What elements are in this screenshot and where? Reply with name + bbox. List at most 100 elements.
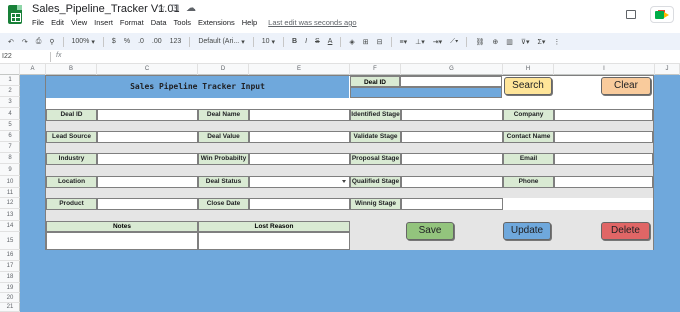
row-header[interactable]: 13 [0,209,20,221]
contact-name-input[interactable] [554,131,653,143]
redo-icon[interactable]: ↷ [22,38,28,46]
row-header[interactable]: 9 [0,164,20,176]
currency-format-button[interactable]: $ [112,38,116,45]
column-header-i[interactable]: I [554,64,655,75]
qualified-stage-input[interactable] [401,176,503,188]
column-header-c[interactable]: C [97,64,198,75]
menu-data[interactable]: Data [151,18,167,27]
row-header[interactable]: 5 [0,120,20,131]
sheets-logo-icon[interactable] [8,5,22,24]
menu-help[interactable]: Help [242,18,257,27]
row-header[interactable]: 4 [0,108,20,120]
name-box[interactable]: I22 [2,53,12,60]
column-header-a[interactable]: A [20,64,46,75]
functions-icon[interactable]: Σ▾ [538,38,546,46]
font-select[interactable]: Default (Ari... [198,38,239,45]
text-color-button[interactable]: A [328,38,333,45]
product-input[interactable] [97,198,198,210]
row-header[interactable]: 17 [0,261,20,272]
column-header-d[interactable]: D [198,64,249,75]
meet-icon[interactable] [650,6,674,23]
row-header[interactable]: 20 [0,293,20,303]
row-header[interactable]: 10 [0,176,20,188]
close-date-input[interactable] [249,198,350,210]
fill-color-icon[interactable]: ◈ [349,38,354,46]
percent-format-button[interactable]: % [124,38,130,45]
location-input[interactable] [97,176,198,188]
merge-cells-icon[interactable]: ⊟ [377,38,383,46]
winning-stage-input[interactable] [401,198,503,210]
font-caret-icon[interactable]: ▾ [241,38,245,46]
clear-button[interactable]: Clear [601,77,651,95]
more-formats-button[interactable]: 123 [170,38,182,45]
menu-file[interactable]: File [32,18,44,27]
borders-icon[interactable]: ⊞ [363,38,369,46]
column-header-g[interactable]: G [401,64,503,75]
print-icon[interactable]: ⎙ [36,38,42,46]
row-header[interactable]: 18 [0,272,20,283]
search-deal-id-input[interactable] [400,76,502,87]
column-header-e[interactable]: E [249,64,350,75]
zoom-caret-icon[interactable]: ▾ [91,38,95,46]
win-probability-input[interactable] [249,153,350,165]
menu-extensions[interactable]: Extensions [198,18,235,27]
proposal-stage-input[interactable] [401,153,503,165]
move-folder-icon[interactable]: ⊡ [171,3,179,14]
strikethrough-button[interactable]: S [315,38,320,45]
column-header-j[interactable]: J [655,64,680,75]
row-header[interactable]: 14 [0,221,20,232]
text-wrap-icon[interactable]: ⇥▾ [433,38,442,46]
row-header[interactable]: 19 [0,283,20,293]
company-input[interactable] [554,109,653,121]
horizontal-align-icon[interactable]: ≡▾ [400,38,408,46]
save-button[interactable]: Save [406,222,454,240]
menu-insert[interactable]: Insert [94,18,113,27]
undo-icon[interactable]: ↶ [8,38,14,46]
row-header[interactable]: 2 [0,86,20,97]
zoom-select[interactable]: 100% [72,38,90,45]
bold-button[interactable]: B [292,38,297,45]
insert-comment-icon[interactable]: ⊕ [492,38,498,46]
font-size-select[interactable]: 10 [262,38,270,45]
search-button[interactable]: Search [504,77,552,95]
comment-history-icon[interactable] [626,10,636,19]
lost-reason-input[interactable] [198,232,350,250]
row-header[interactable]: 3 [0,97,20,108]
deal-name-input[interactable] [249,109,350,121]
delete-button[interactable]: Delete [601,222,650,240]
notes-input[interactable] [46,232,198,250]
menu-format[interactable]: Format [120,18,144,27]
menu-tools[interactable]: Tools [174,18,192,27]
lead-source-input[interactable] [97,131,198,143]
identified-stage-input[interactable] [401,109,503,121]
deal-id-input[interactable] [97,109,198,121]
row-header[interactable]: 11 [0,188,20,198]
email-input[interactable] [554,153,653,165]
filter-icon[interactable]: ⊽▾ [521,38,530,46]
select-all-corner[interactable] [0,64,20,75]
industry-input[interactable] [97,153,198,165]
row-header[interactable]: 1 [0,75,20,86]
row-header[interactable]: 8 [0,153,20,164]
last-edit-link[interactable]: Last edit was seconds ago [268,18,356,27]
validate-stage-input[interactable] [401,131,503,143]
column-header-f[interactable]: F [350,64,401,75]
dropdown-caret-icon[interactable] [342,180,346,183]
row-header[interactable]: 16 [0,250,20,261]
vertical-align-icon[interactable]: ⊥▾ [415,38,425,46]
insert-link-icon[interactable]: ⛓ [475,38,484,46]
text-rotation-icon[interactable]: ⟋▾ [450,38,458,46]
column-header-h[interactable]: H [503,64,554,75]
insert-chart-icon[interactable]: ▥ [506,38,513,46]
menu-edit[interactable]: Edit [51,18,64,27]
deal-status-select[interactable] [249,176,350,188]
row-header[interactable]: 15 [0,232,20,250]
cloud-status-icon[interactable]: ☁ [186,3,196,14]
column-header-b[interactable]: B [46,64,97,75]
phone-input[interactable] [554,176,653,188]
deal-value-input[interactable] [249,131,350,143]
font-size-caret-icon[interactable]: ▾ [272,38,276,46]
row-header[interactable]: 7 [0,142,20,153]
more-icon[interactable]: ⋮ [553,38,560,46]
row-header[interactable]: 12 [0,198,20,209]
